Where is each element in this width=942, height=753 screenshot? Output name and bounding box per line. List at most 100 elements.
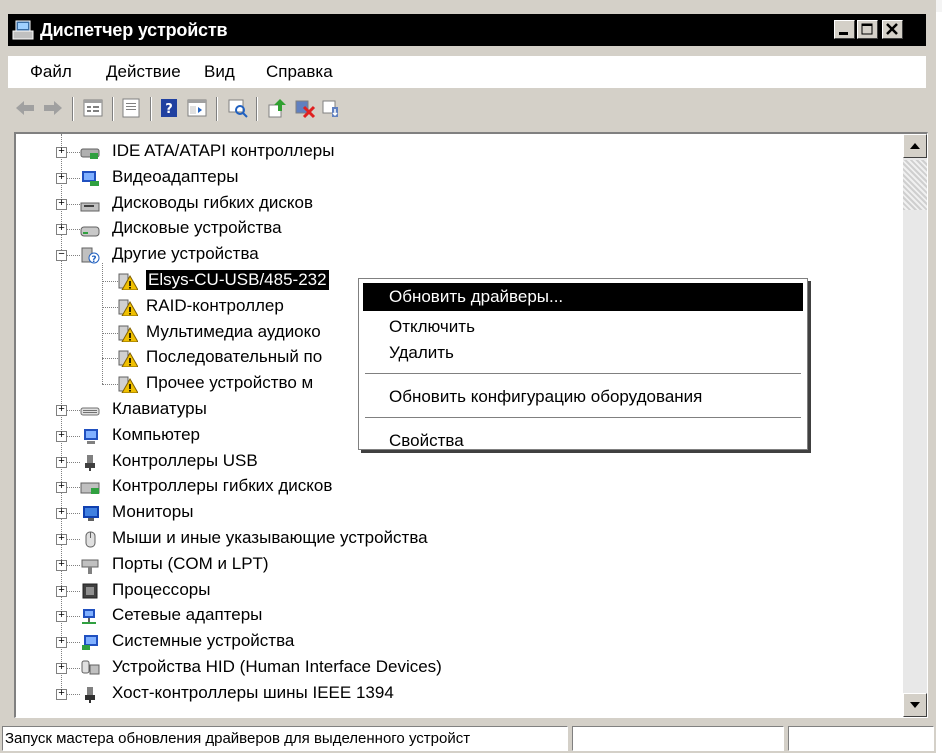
toolbar: ? bbox=[8, 94, 926, 124]
scroll-down-button[interactable] bbox=[903, 693, 927, 717]
expand-icon[interactable]: + bbox=[56, 430, 67, 442]
tree-item-label: Мыши и иные указывающие устройства bbox=[112, 528, 428, 547]
tree-item[interactable]: + Контроллеры гибких дисков bbox=[16, 475, 896, 500]
tree-item-label: Системные устройства bbox=[112, 631, 295, 651]
menu-action[interactable]: Действие bbox=[106, 62, 181, 82]
tree-item-label: Мониторы bbox=[112, 502, 194, 522]
context-menu-item[interactable]: Обновить драйверы... bbox=[363, 283, 803, 311]
tree-item[interactable]: −? Другие устройства bbox=[16, 243, 896, 268]
tree-item-label: IDE ATA/ATAPI контроллеры bbox=[112, 141, 335, 160]
expand-icon[interactable]: + bbox=[56, 456, 67, 468]
tree-item[interactable]: + Мыши и иные указывающие устройства bbox=[16, 527, 896, 552]
vertical-scrollbar[interactable] bbox=[903, 134, 927, 717]
print-button[interactable] bbox=[120, 97, 142, 119]
tree-item-label: Контроллеры USB bbox=[112, 450, 258, 470]
tree-connector bbox=[67, 461, 80, 463]
expand-icon[interactable]: + bbox=[56, 534, 67, 545]
tree-item-label: Компьютер bbox=[112, 424, 200, 444]
keyboard-icon bbox=[80, 407, 100, 416]
help-button[interactable]: ? bbox=[158, 97, 180, 119]
tree-item[interactable]: + Дисковые устройства bbox=[16, 217, 896, 242]
toolbar-separator bbox=[150, 97, 152, 121]
context-menu-item[interactable]: Обновить конфигурацию оборудования bbox=[363, 383, 803, 411]
menu-help[interactable]: Справка bbox=[266, 62, 333, 82]
properties-icon bbox=[83, 99, 103, 117]
expand-icon[interactable]: + bbox=[56, 172, 67, 184]
tree-connector bbox=[67, 668, 80, 669]
maximize-icon bbox=[861, 23, 873, 35]
expand-icon[interactable]: + bbox=[56, 637, 67, 649]
tree-item-label: Порты (COM и LPT) bbox=[112, 553, 269, 573]
menu-separator bbox=[365, 417, 801, 419]
tree-item[interactable]: + Процессоры bbox=[16, 579, 896, 604]
disk-drive-icon bbox=[80, 226, 100, 237]
tree-item-label: Процессоры bbox=[112, 579, 211, 599]
tree-connector bbox=[67, 693, 80, 695]
scroll-thumb[interactable] bbox=[903, 160, 927, 210]
scan-hardware-icon bbox=[228, 99, 248, 118]
expand-icon[interactable]: + bbox=[56, 611, 67, 623]
toolbar-separator bbox=[256, 97, 258, 121]
collapse-icon[interactable]: − bbox=[56, 250, 67, 262]
tree-connector bbox=[67, 590, 80, 592]
tree-item-label: Elsys-CU-USB/485-232 bbox=[146, 270, 329, 290]
tree-connector bbox=[67, 229, 80, 231]
warning-device-icon bbox=[118, 299, 138, 316]
warning-device-icon bbox=[118, 350, 138, 368]
tree-item[interactable]: + Сетевые адаптеры bbox=[16, 604, 896, 629]
expand-icon[interactable]: + bbox=[56, 224, 67, 236]
back-button[interactable] bbox=[14, 97, 36, 119]
floppy-controller-icon bbox=[80, 482, 100, 495]
update-driver-icon bbox=[268, 99, 286, 118]
menu-file[interactable]: Файл bbox=[30, 62, 72, 82]
tree-item[interactable]: + Устройства HID (Human Interface Devices… bbox=[16, 656, 896, 681]
close-button[interactable] bbox=[882, 20, 903, 39]
properties-button[interactable] bbox=[82, 97, 104, 119]
expand-icon[interactable]: + bbox=[56, 585, 67, 597]
tree-item-label: Сетевые адаптеры bbox=[112, 605, 263, 625]
expand-icon[interactable]: + bbox=[56, 198, 67, 210]
tree-connector bbox=[67, 487, 80, 489]
tree-connector bbox=[67, 513, 80, 515]
uninstall-icon bbox=[322, 100, 338, 117]
processor-icon bbox=[82, 583, 98, 599]
update-driver-button[interactable] bbox=[266, 97, 288, 119]
ieee1394-icon bbox=[85, 686, 95, 703]
status-panel-2 bbox=[572, 726, 784, 751]
tree-connector bbox=[67, 203, 80, 205]
port-icon bbox=[81, 559, 99, 574]
show-hide-button[interactable] bbox=[186, 97, 208, 119]
tree-item[interactable]: + Видеоадаптеры bbox=[16, 166, 896, 191]
title-bar[interactable]: Диспетчер устройств bbox=[8, 14, 926, 46]
expand-icon[interactable]: + bbox=[56, 663, 67, 674]
tree-item[interactable]: + Мониторы bbox=[16, 501, 896, 526]
minimize-button[interactable] bbox=[834, 20, 855, 39]
tree-item[interactable]: + Порты (COM и LPT) bbox=[16, 553, 896, 578]
context-menu-item[interactable]: Свойства bbox=[363, 427, 803, 455]
back-icon bbox=[16, 101, 34, 115]
context-menu-item[interactable]: Отключить bbox=[363, 313, 803, 341]
maximize-button[interactable] bbox=[857, 20, 878, 39]
menu-view[interactable]: Вид bbox=[204, 62, 235, 82]
tree-item[interactable]: + IDE ATA/ATAPI контроллеры bbox=[16, 140, 896, 165]
expand-icon[interactable]: + bbox=[56, 688, 67, 700]
menu-separator bbox=[365, 373, 801, 375]
disable-button[interactable] bbox=[294, 97, 316, 119]
tree-item[interactable]: + Системные устройства bbox=[16, 630, 896, 655]
tree-connector bbox=[67, 177, 80, 179]
scroll-up-button[interactable] bbox=[903, 134, 927, 158]
uninstall-button[interactable] bbox=[320, 97, 342, 119]
expand-icon[interactable]: + bbox=[56, 482, 67, 494]
tree-connector bbox=[67, 642, 80, 644]
expand-icon[interactable]: + bbox=[56, 147, 67, 158]
expand-icon[interactable]: + bbox=[56, 405, 67, 416]
tree-connector bbox=[67, 564, 80, 566]
expand-icon[interactable]: + bbox=[56, 559, 67, 571]
tree-connector bbox=[102, 281, 118, 282]
tree-item[interactable]: + Дисководы гибких дисков bbox=[16, 192, 896, 217]
context-menu-item[interactable]: Удалить bbox=[363, 339, 803, 367]
forward-button[interactable] bbox=[42, 97, 64, 119]
tree-item[interactable]: + Хост-контроллеры шины IEEE 1394 bbox=[16, 682, 896, 707]
scan-hardware-button[interactable] bbox=[226, 97, 248, 119]
expand-icon[interactable]: + bbox=[56, 508, 67, 520]
